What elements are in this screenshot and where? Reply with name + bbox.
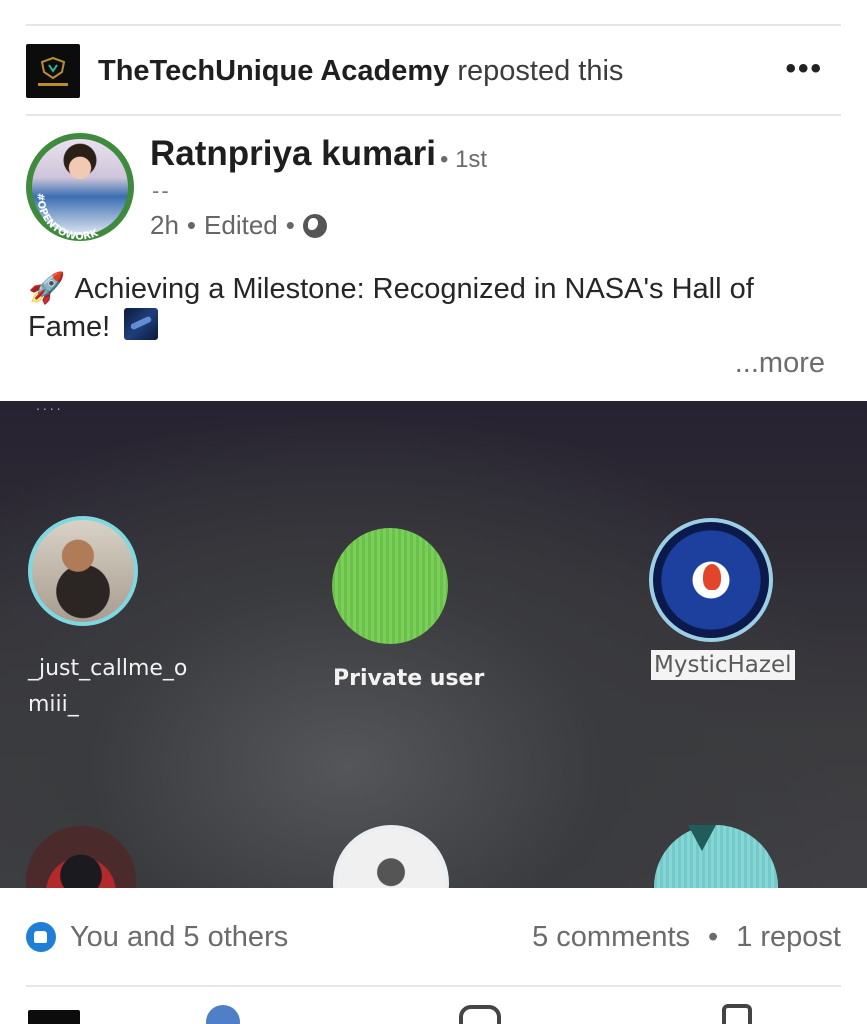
like-icon[interactable] — [206, 1005, 240, 1024]
repost-header: TheTechUnique Academy reposted this ••• — [26, 42, 841, 100]
more-options-icon[interactable]: ••• — [785, 52, 823, 86]
profile-avatar-4 — [26, 826, 136, 888]
author-name[interactable]: Ratnpriya kumari — [150, 134, 436, 174]
counts-separator: • — [708, 920, 719, 953]
rocket-emoji: 🚀 — [28, 272, 66, 305]
repost-text: TheTechUnique Academy reposted this — [98, 55, 623, 88]
reposts-count[interactable]: 1 repost — [736, 921, 841, 954]
author-headline: -- — [152, 178, 171, 203]
globe-icon — [302, 213, 327, 238]
logo-caption — [38, 83, 68, 86]
image-top-fragment: .... — [36, 401, 64, 413]
profile-avatar-2 — [332, 528, 448, 644]
profile-label-1-line2: miii_ — [28, 692, 79, 717]
profile-label-2: Private user — [333, 666, 485, 691]
post-meta: 2h • Edited • — [150, 210, 327, 241]
milky-way-emoji-icon — [124, 308, 159, 340]
repost-actor[interactable]: TheTechUnique Academy — [98, 55, 449, 87]
profile-label-1-line1: _just_callme_o — [28, 656, 188, 681]
opentowork-text: #OPENTOWORK — [35, 193, 101, 241]
profile-avatar-6 — [654, 825, 778, 888]
reactions-count[interactable]: You and 5 others — [70, 921, 532, 954]
opentowork-ring: #OPENTOWORK — [26, 133, 134, 241]
profile-label-1: _just_callme_o miii_ — [28, 651, 187, 723]
linkedin-feed-post: TheTechUnique Academy reposted this • • • … — [0, 0, 867, 1024]
see-more-link[interactable]: ...more — [735, 347, 825, 380]
actions-divider — [26, 985, 841, 987]
post-image[interactable]: .... _just_callme_o miii_ Private user M… — [0, 401, 867, 888]
top-divider — [26, 24, 841, 26]
author-avatar[interactable]: #OPENTOWORK — [26, 133, 134, 241]
academy-logo[interactable] — [26, 44, 80, 98]
connection-degree: • 1st — [440, 146, 488, 173]
post-time: 2h — [150, 210, 179, 240]
profile-avatar-1 — [28, 516, 138, 626]
flame-logo-icon — [703, 564, 721, 590]
opentowork-badge: #OPENTOWORK — [35, 193, 101, 241]
comment-icon[interactable] — [459, 1005, 501, 1024]
comments-count[interactable]: 5 comments — [532, 921, 690, 954]
profile-label-3: MysticHazel — [651, 650, 795, 680]
actor-avatar-icon[interactable] — [28, 1010, 80, 1024]
profile-avatar-5 — [333, 825, 449, 888]
shield-logo-icon — [40, 56, 66, 80]
svg-text:#OPENTOWORK: #OPENTOWORK — [35, 193, 101, 241]
like-reaction-icon — [26, 922, 56, 952]
repost-icon[interactable] — [722, 1004, 752, 1024]
post-text: 🚀 Achieving a Milestone: Recognized in N… — [28, 270, 838, 346]
edited-label: Edited — [204, 210, 278, 240]
meta-separator: • — [186, 210, 197, 240]
action-bar — [0, 1000, 867, 1024]
profile-avatar-3 — [649, 518, 773, 642]
social-counts: You and 5 others 5 comments • 1 repost — [26, 914, 841, 960]
meta-separator-2: • — [285, 210, 295, 240]
header-divider — [26, 114, 841, 116]
repost-action: reposted this — [457, 54, 624, 87]
